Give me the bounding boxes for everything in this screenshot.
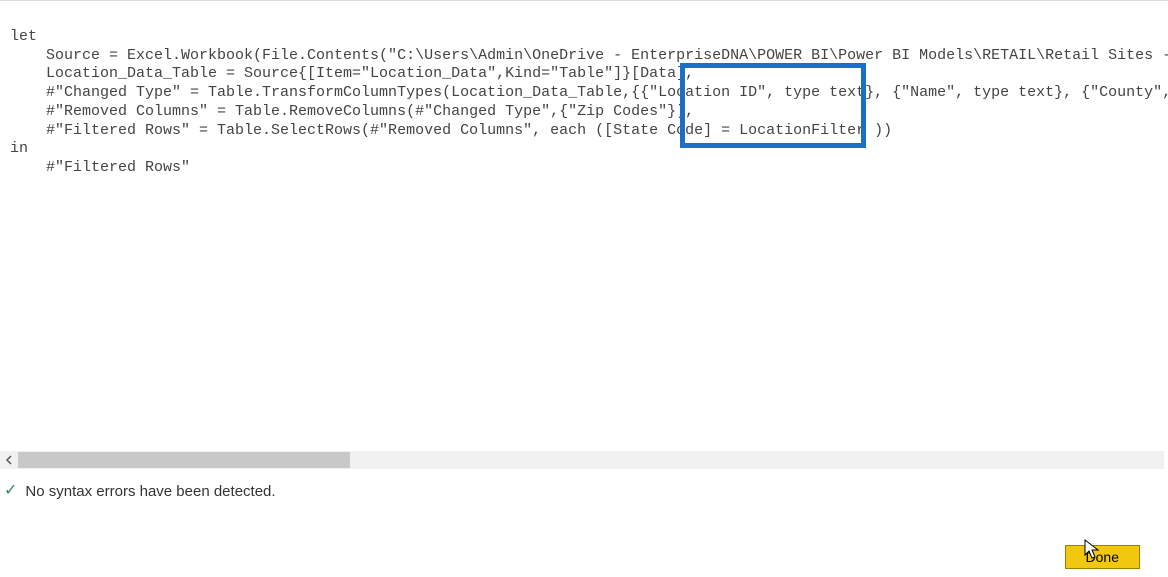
dialog-footer: Done (0, 545, 1168, 569)
code-line: #"Filtered Rows" (10, 159, 190, 176)
advanced-editor-code[interactable]: let Source = Excel.Workbook(File.Content… (0, 1, 1168, 453)
syntax-status-bar: ✓ No syntax errors have been detected. (4, 479, 1164, 503)
code-line: Location_Data_Table = Source{[Item="Loca… (10, 65, 694, 82)
done-button[interactable]: Done (1065, 545, 1140, 569)
code-line: #"Removed Columns" = Table.RemoveColumns… (10, 103, 694, 120)
code-line: #"Changed Type" = Table.TransformColumnT… (10, 84, 1168, 101)
scroll-left-arrow-icon[interactable] (0, 451, 18, 469)
code-line: in (10, 140, 28, 157)
code-line: Source = Excel.Workbook(File.Contents("C… (10, 47, 1168, 64)
scrollbar-track[interactable] (18, 451, 1164, 469)
horizontal-scrollbar[interactable] (0, 451, 1164, 469)
scrollbar-thumb[interactable] (18, 452, 350, 468)
code-line: #"Filtered Rows" = Table.SelectRows(#"Re… (10, 122, 892, 139)
syntax-status-message: No syntax errors have been detected. (25, 483, 275, 500)
code-line: let (10, 28, 37, 45)
checkmark-icon: ✓ (4, 483, 17, 499)
